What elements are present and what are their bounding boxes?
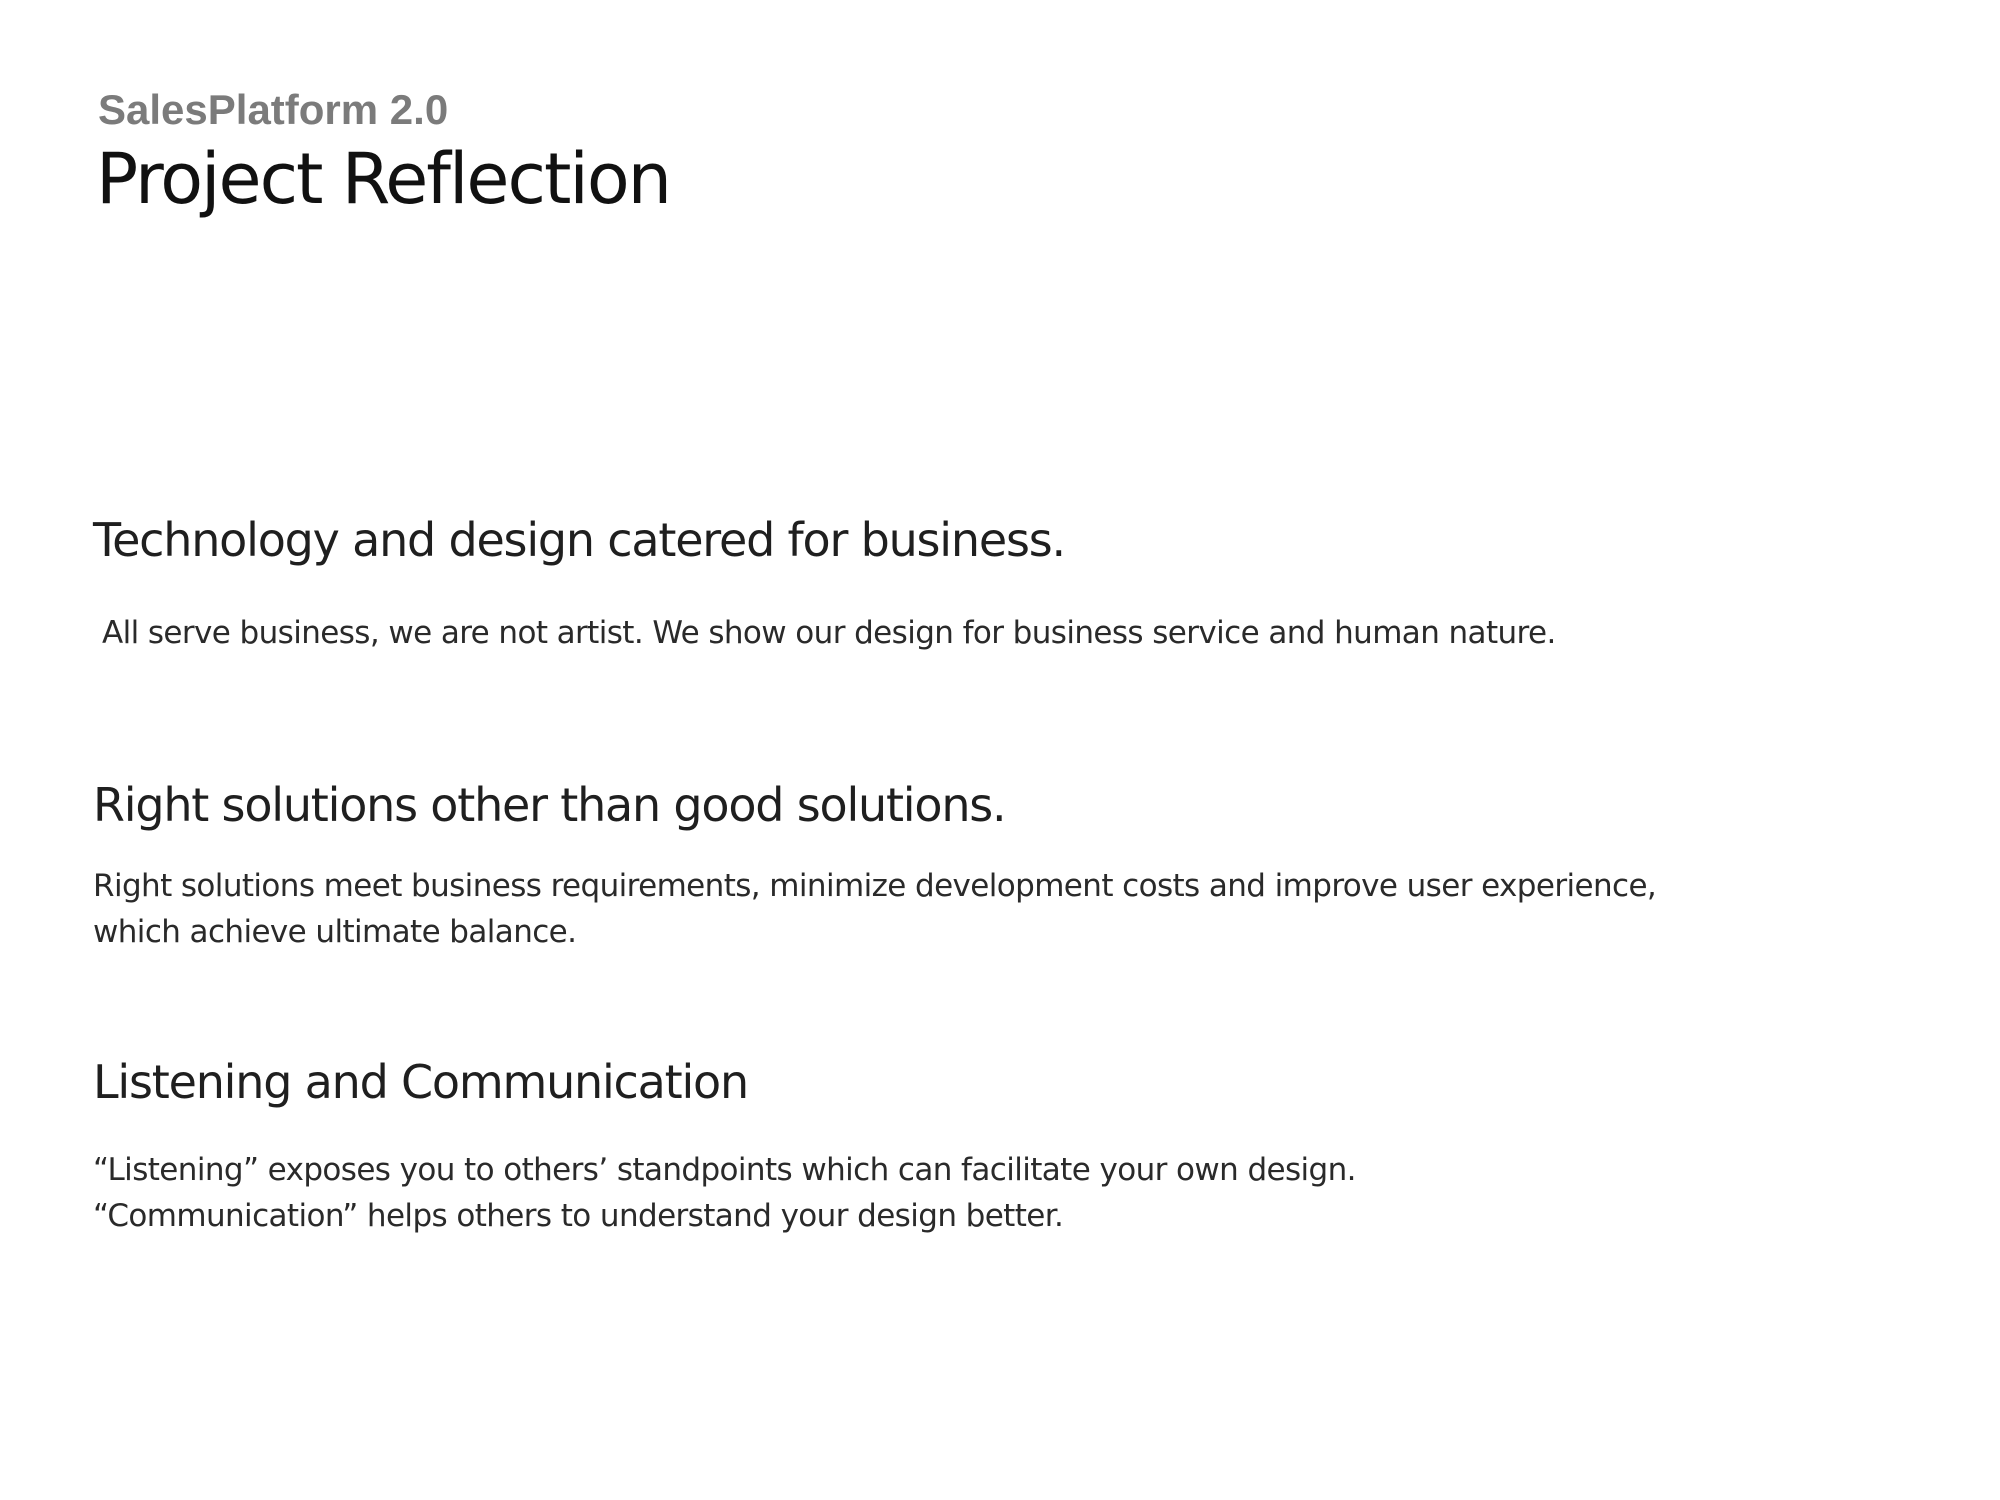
section-body-listening: “Listening” exposes you to others’ stand… — [93, 1147, 1357, 1239]
section-body-line: “Listening” exposes you to others’ stand… — [93, 1152, 1357, 1188]
slide-page: SalesPlatform 2.0 Project Reflection Tec… — [0, 0, 2000, 1500]
section-body-right-solutions: Right solutions meet business requiremen… — [93, 863, 1657, 955]
section-body-line: which achieve ultimate balance. — [93, 914, 577, 950]
page-title: Project Reflection — [96, 138, 672, 220]
section-heading-right-solutions: Right solutions other than good solution… — [93, 778, 1007, 832]
project-name: SalesPlatform 2.0 — [98, 86, 449, 133]
section-body-line: All serve business, we are not artist. W… — [102, 615, 1556, 651]
section-body-line: Right solutions meet business requiremen… — [93, 868, 1657, 904]
section-heading-listening: Listening and Communication — [93, 1055, 749, 1109]
section-body-line: “Communication” helps others to understa… — [93, 1198, 1064, 1234]
section-body-business: All serve business, we are not artist. W… — [102, 610, 1556, 656]
section-heading-business: Technology and design catered for busine… — [93, 513, 1066, 567]
